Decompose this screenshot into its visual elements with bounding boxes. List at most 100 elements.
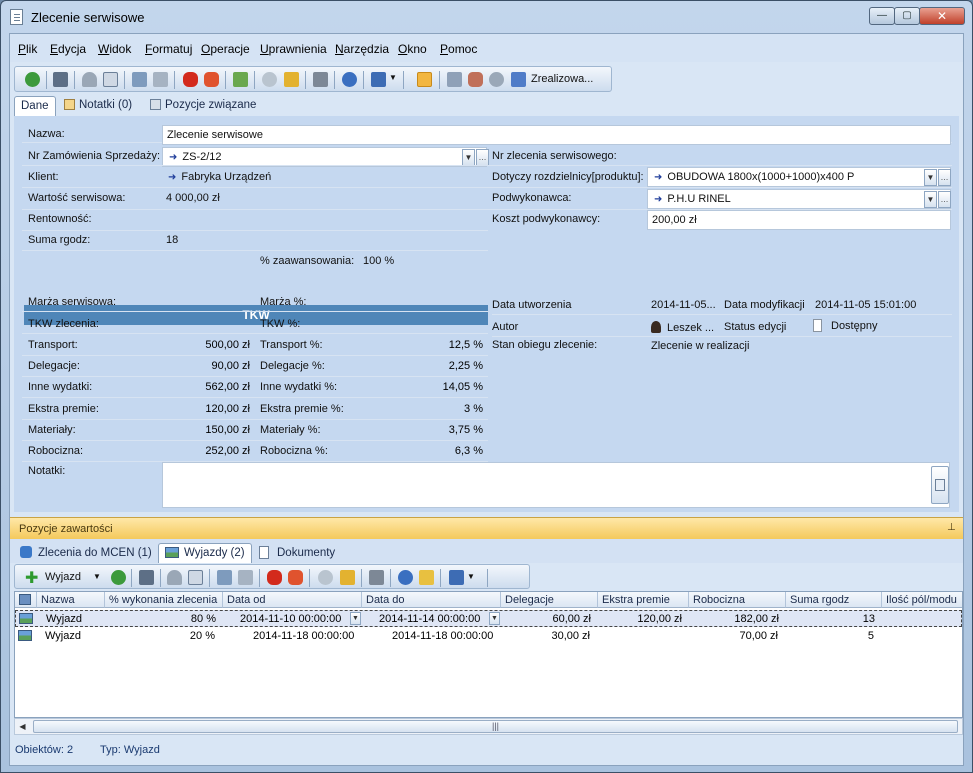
status-bar: Obiektów: 2 Typ: Wyjazd [10,742,963,766]
menu-narzedzia[interactable]: Narzędzia [335,42,389,56]
print-icon[interactable] [313,72,328,87]
checklist-icon[interactable] [511,72,526,87]
status-type: Typ: Wyjazd [100,744,160,756]
notes-edit-button[interactable] [931,466,949,504]
chevron-down-icon[interactable]: ▼ [389,73,397,82]
concerns-browse-button[interactable]: … [938,169,951,186]
cut-icon[interactable] [82,72,97,87]
add-icon[interactable]: ✚ [25,568,38,588]
save-icon[interactable] [53,72,68,87]
concerns-input[interactable]: ➜ OBUDOWA 1800x(1000+1000)x400 P [647,167,951,187]
remove-icon[interactable] [204,72,219,87]
column-chooser-icon [19,594,31,605]
link-icon[interactable] [217,570,232,585]
windows-icon[interactable] [371,72,386,87]
title-bar[interactable]: Zlecenie serwisowe — ▢ ✕ [1,1,972,33]
date-dropdown-button[interactable]: ▼ [489,612,500,625]
cost-pct-value: 3,75 % [448,423,483,436]
menu-widok[interactable]: Widok [98,42,131,56]
sub-input[interactable]: ➜ P.H.U RINEL [647,189,951,209]
order-input[interactable]: ➜ ZS-2/12 [162,147,487,167]
filter-icon[interactable] [284,72,299,87]
cost-label: Materiały: [28,423,76,436]
list-icon[interactable] [447,72,462,87]
refresh-icon[interactable] [25,72,40,87]
tab-dokumenty[interactable]: Dokumenty [253,543,341,563]
palette-icon[interactable] [468,72,483,87]
scroll-left-icon[interactable]: ◀ [17,721,28,732]
menu-edycja[interactable]: Edycja [50,42,86,56]
col-header-ekstra-premie[interactable]: Ekstra premie [598,592,689,608]
save-icon[interactable] [139,570,154,585]
name-input[interactable]: Zlecenie serwisowe [162,125,951,145]
maximize-button[interactable]: ▢ [894,7,920,25]
add-trip-button[interactable]: Wyjazd [45,571,81,583]
menu-formatuj[interactable]: Formatuj [145,42,192,56]
margin-label: Marża serwisowa: [28,296,117,308]
date-dropdown-button[interactable]: ▼ [350,612,361,625]
unlink-icon[interactable] [153,72,168,87]
copy-icon[interactable] [188,570,203,585]
col-header-date-to[interactable]: Data do [362,592,501,608]
cut-icon[interactable] [167,570,182,585]
close-button[interactable]: ✕ [919,7,965,25]
sub-dropdown-button[interactable]: ▼ [924,191,937,208]
table-row[interactable]: Wyjazd 20 % 2014-11-18 00:00:00 2014-11-18 … [15,628,962,645]
menu-operacje[interactable]: Operacje [201,42,250,56]
windows-icon[interactable] [449,570,464,585]
col-header-date-from[interactable]: Data od [223,592,362,608]
delete-icon[interactable] [183,72,198,87]
tab-dane[interactable]: Dane [14,96,56,116]
info-icon[interactable] [342,72,357,87]
col-header-robocizna[interactable]: Robocizna [689,592,786,608]
search-icon[interactable] [262,72,277,87]
col-header-nazwa[interactable]: Nazwa [37,592,105,608]
horizontal-scrollbar[interactable]: ◀ ||| [14,718,963,735]
filter-icon[interactable] [340,570,355,585]
notes-input[interactable] [162,462,950,508]
tab-zlecenia-mcen[interactable]: Zlecenia do MCEN (1) [14,543,158,563]
pin-icon[interactable]: ⊥ [947,522,956,533]
menu-okno[interactable]: Okno [398,42,427,56]
refresh-icon[interactable] [111,570,126,585]
value-value: 4 000,00 zł [166,192,220,204]
scroll-thumb[interactable]: ||| [33,720,958,733]
sub-browse-button[interactable]: … [938,191,951,208]
row-header-icon[interactable] [15,592,37,608]
col-header-progress[interactable]: % wykonania zlecenia [105,592,223,608]
col-header-suma-rgodz[interactable]: Suma rgodz [786,592,882,608]
chevron-down-icon[interactable]: ▼ [467,572,475,581]
export-excel-icon[interactable] [233,72,248,87]
search-icon[interactable] [318,570,333,585]
subcost-input[interactable]: 200,00 zł [647,210,951,230]
positions-toolbar: ✚ Wyjazd ▼ ▼ [14,564,530,589]
order-dropdown-button[interactable]: ▼ [462,149,475,166]
tab-notatki[interactable]: Notatki (0) [58,96,138,116]
order-browse-button[interactable]: … [476,149,489,166]
info-icon[interactable] [398,570,413,585]
complete-button[interactable]: Zrealizowa... [531,73,593,85]
client-link[interactable]: ➜ Fabryka Urządzeń [168,171,271,183]
created-value: 2014-11-05... [651,299,716,311]
concerns-dropdown-button[interactable]: ▼ [924,169,937,186]
edit-icon[interactable] [419,570,434,585]
eye-icon[interactable] [489,72,504,87]
chevron-down-icon[interactable]: ▼ [93,572,101,581]
menu-pomoc[interactable]: Pomoc [440,42,477,56]
link-icon[interactable] [132,72,147,87]
col-header-ilosc[interactable]: Ilość pól/modu [882,592,962,608]
menu-plik[interactable]: Plik [18,42,37,56]
remove-icon[interactable] [288,570,303,585]
tag-icon[interactable] [417,72,432,87]
col-header-delegacje[interactable]: Delegacje [501,592,598,608]
unlink-icon[interactable] [238,570,253,585]
minimize-button[interactable]: — [869,7,895,25]
tab-pozycje-zwiazane[interactable]: Pozycje związane [144,96,262,116]
menu-uprawnienia[interactable]: Uprawnienia [260,42,327,56]
copy-icon[interactable] [103,72,118,87]
delete-icon[interactable] [267,570,282,585]
print-icon[interactable] [369,570,384,585]
table-row[interactable]: Wyjazd 80 % 2014-11-10 00:00:00 2014-11-14 … [15,610,962,627]
tab-wyjazdy[interactable]: Wyjazdy (2) [158,543,252,563]
cost-label: Ekstra premie: [28,402,99,415]
